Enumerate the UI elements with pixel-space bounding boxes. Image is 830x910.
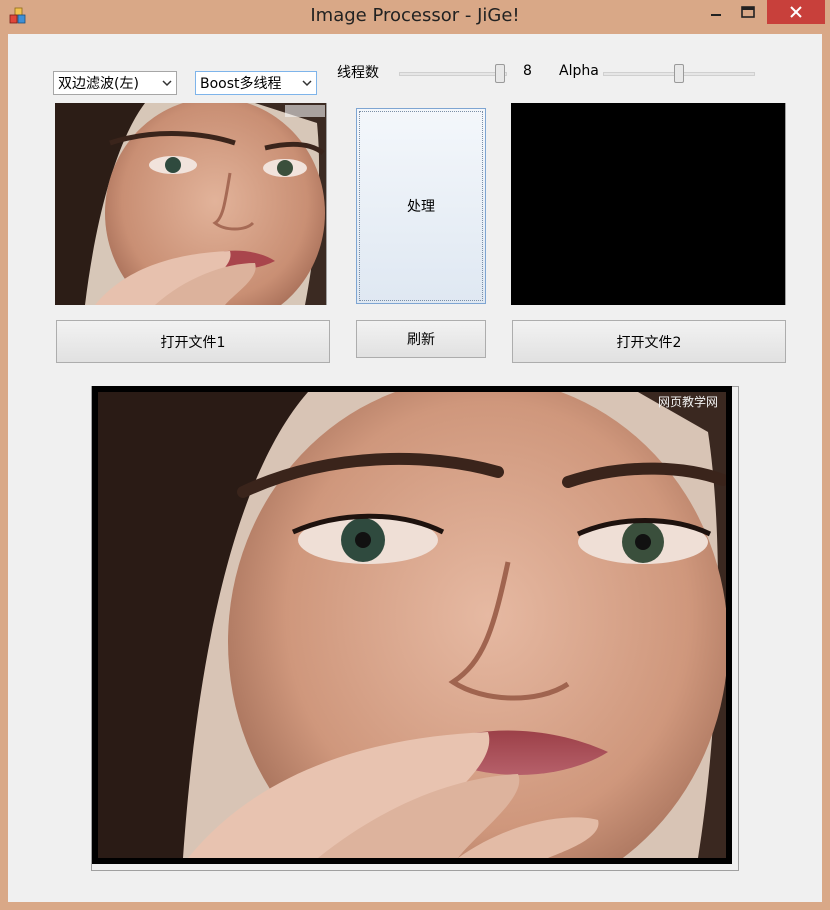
client-area: 双边滤波(左) Boost多线程 线程数 8 Alpha 处理 打开文件1 刷新…	[8, 34, 822, 902]
thread-count-label: 线程数	[337, 65, 379, 81]
chevron-down-icon	[162, 80, 172, 87]
open-file1-button-label: 打开文件1	[160, 334, 226, 351]
open-file1-button[interactable]: 打开文件1	[56, 320, 330, 363]
portrait-thumbnail	[55, 103, 326, 305]
chevron-down-icon	[302, 80, 312, 87]
process-button-focus-ring	[359, 111, 483, 301]
alpha-slider-thumb[interactable]	[674, 64, 684, 83]
minimize-icon	[711, 14, 721, 16]
alpha-label: Alpha	[559, 63, 599, 79]
open-file2-button-label: 打开文件2	[616, 334, 682, 351]
window-bottom-border	[0, 902, 830, 910]
portrait-large: 网页教学网	[98, 392, 726, 858]
source-image-2	[511, 103, 786, 305]
close-button[interactable]	[767, 0, 825, 24]
open-file2-button[interactable]: 打开文件2	[512, 320, 786, 363]
filter-select[interactable]: 双边滤波(左)	[53, 71, 177, 95]
process-button[interactable]: 处理	[356, 108, 486, 304]
thread-count-value: 8	[523, 63, 532, 79]
thread-count-slider-thumb[interactable]	[495, 64, 505, 83]
minimize-button[interactable]	[700, 0, 732, 24]
watermark-text: 网页教学网	[658, 394, 718, 409]
title-bar: Image Processor - JiGe!	[0, 0, 830, 34]
filter-select-value: 双边滤波(左)	[58, 76, 139, 92]
maximize-icon	[741, 6, 755, 18]
close-icon	[790, 6, 802, 18]
output-image: 网页教学网	[92, 386, 732, 864]
refresh-button-label: 刷新	[407, 332, 435, 348]
source-image-1	[55, 103, 327, 305]
thread-count-slider-track[interactable]	[399, 72, 507, 76]
app-window: Image Processor - JiGe! 双边滤波(左) Boost多线程…	[0, 0, 830, 910]
thread-mode-select-value: Boost多线程	[200, 76, 282, 92]
maximize-button[interactable]	[732, 0, 764, 24]
thread-mode-select[interactable]: Boost多线程	[195, 71, 317, 95]
refresh-button[interactable]: 刷新	[356, 320, 486, 358]
